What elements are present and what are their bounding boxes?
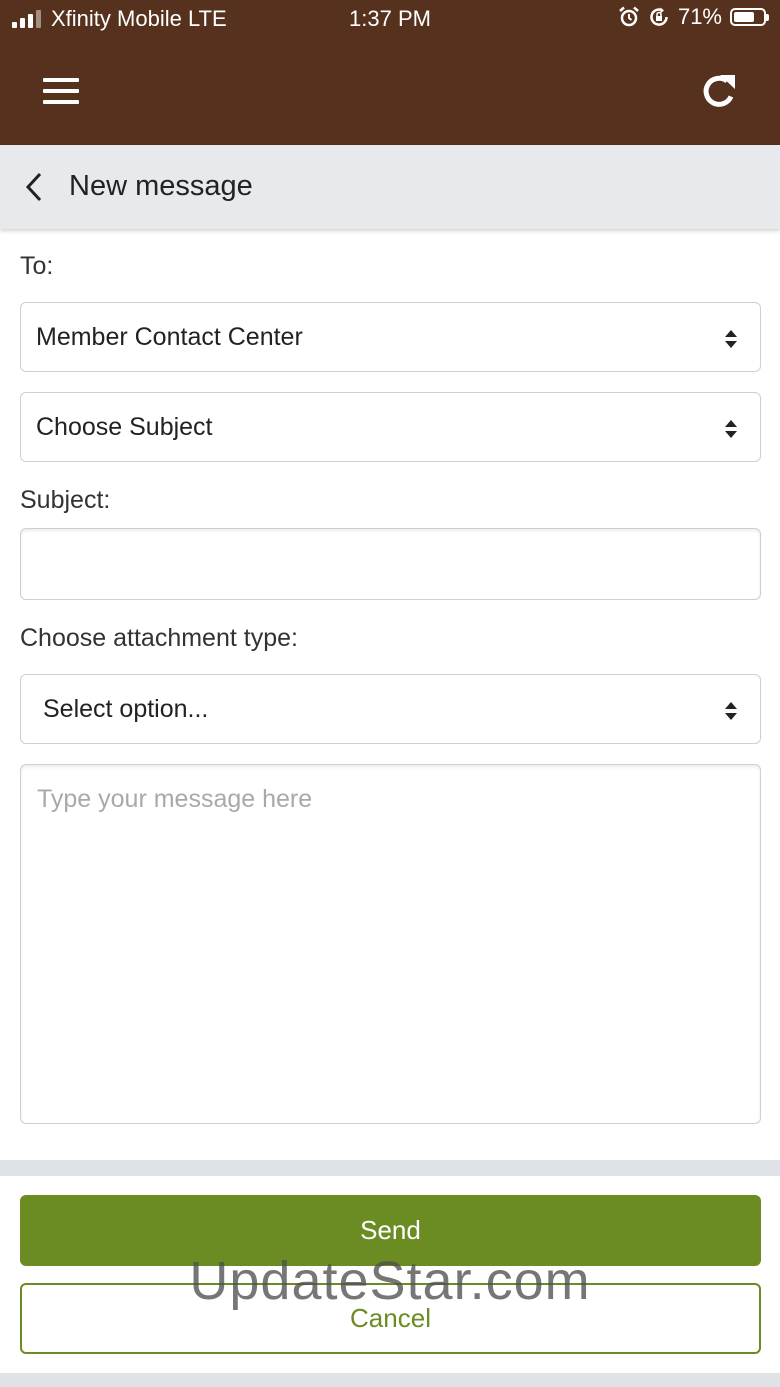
subject-choice-value: Choose Subject	[36, 413, 213, 441]
updown-arrows-icon	[725, 702, 737, 720]
cancel-button[interactable]: Cancel	[20, 1283, 761, 1354]
page-header: New message	[0, 145, 780, 229]
updown-arrows-icon	[725, 420, 737, 438]
status-right: 71%	[618, 4, 769, 30]
updown-arrows-icon	[725, 330, 737, 348]
bottom-divider	[0, 1373, 780, 1387]
message-placeholder: Type your message here	[37, 785, 313, 813]
footer-divider	[0, 1160, 780, 1176]
refresh-icon[interactable]	[700, 70, 740, 112]
attachment-type-value: Select option...	[43, 695, 209, 723]
page-title: New message	[69, 170, 253, 202]
recipient-select-value: Member Contact Center	[36, 323, 303, 351]
rotation-lock-icon	[650, 7, 668, 26]
to-label: To:	[20, 252, 54, 280]
subject-label: Subject:	[20, 486, 111, 514]
battery-icon	[730, 8, 769, 26]
alarm-icon	[619, 6, 639, 27]
chevron-left-icon[interactable]	[20, 171, 48, 203]
battery-percentage: 71%	[677, 4, 722, 29]
attachment-type-select[interactable]: Select option...	[20, 674, 761, 744]
subject-choice-select[interactable]: Choose Subject	[20, 392, 761, 462]
status-bar: Xfinity Mobile LTE 1:37 PM 71%	[0, 0, 780, 40]
send-button[interactable]: Send	[20, 1195, 761, 1266]
message-textarea[interactable]: Type your message here	[20, 764, 761, 1124]
app-top-bar: Xfinity Mobile LTE 1:37 PM 71%	[0, 0, 780, 145]
battery-fill	[734, 12, 754, 22]
battery-tip	[766, 14, 769, 21]
attachment-type-label: Choose attachment type:	[20, 624, 298, 652]
subject-input[interactable]	[20, 528, 761, 600]
recipient-select[interactable]: Member Contact Center	[20, 302, 761, 372]
hamburger-menu-icon[interactable]	[43, 78, 79, 104]
